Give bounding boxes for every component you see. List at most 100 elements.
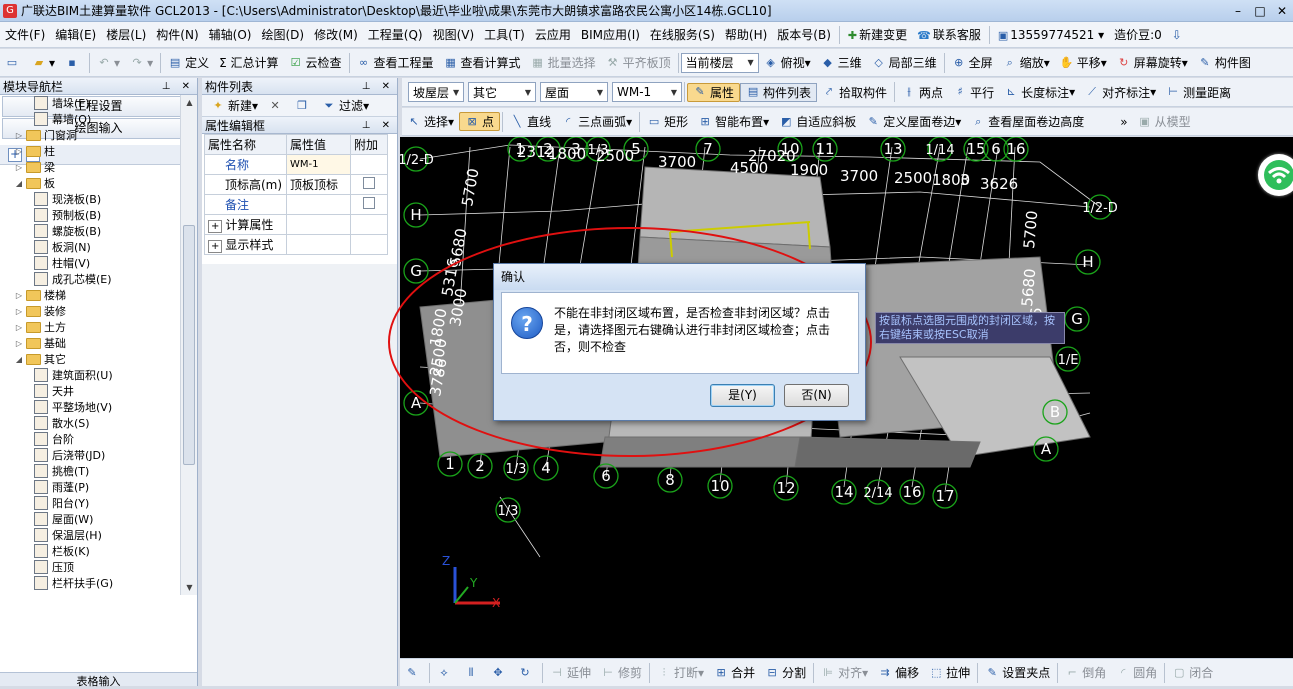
- view-qty-button[interactable]: ∞查看工程量: [352, 54, 439, 71]
- floor-select[interactable]: 坡屋层▼: [408, 82, 464, 102]
- tree-folder[interactable]: ◢板: [0, 175, 180, 191]
- component-list-button[interactable]: ▤构件列表: [740, 83, 817, 102]
- tree-folder[interactable]: ▷梁: [0, 159, 180, 175]
- rotate-tool-button[interactable]: ↻: [513, 666, 540, 680]
- view-roof-edge-button[interactable]: ⌕查看屋面卷边高度: [966, 113, 1089, 130]
- menu-cloud[interactable]: 云应用: [530, 26, 576, 43]
- tree-item[interactable]: 后浇带(JD): [0, 447, 180, 463]
- support-button[interactable]: ☎联系客服: [912, 26, 986, 43]
- tree-item[interactable]: 天井: [0, 383, 180, 399]
- expand-icon[interactable]: +: [208, 220, 222, 233]
- arc-button[interactable]: ◜三点画弧▾: [556, 113, 637, 130]
- zoom-button[interactable]: ⌕缩放▾: [998, 54, 1055, 71]
- parallel-button[interactable]: ♯平行: [948, 84, 999, 101]
- panel-pin-close-icon[interactable]: ⊥ ✕: [362, 120, 394, 131]
- break-button[interactable]: ⫶打断▾: [652, 664, 709, 681]
- prop-value-cell[interactable]: WM-1: [287, 155, 351, 175]
- tree-item[interactable]: 幕墙(Q): [0, 111, 180, 127]
- top-view-button[interactable]: ◈俯视▾: [759, 54, 816, 71]
- local-3d-button[interactable]: ◇局部三维: [867, 54, 942, 71]
- tree-scrollbar[interactable]: ▲ ▼: [180, 95, 197, 595]
- property-group-row[interactable]: +显示样式: [205, 235, 388, 255]
- set-point-button[interactable]: ✎设置夹点: [980, 664, 1055, 681]
- chamfer-button[interactable]: ⌐倒角: [1060, 664, 1111, 681]
- tree-item[interactable]: 栏杆扶手(G): [0, 575, 180, 591]
- point-button[interactable]: ⊠点: [459, 112, 500, 131]
- tree-item[interactable]: 墙垛(E): [0, 95, 180, 111]
- pick-component-button[interactable]: ⤤拾取构件: [817, 84, 892, 101]
- tree-folder[interactable]: ▷装修: [0, 303, 180, 319]
- menu-view[interactable]: 视图(V): [428, 26, 480, 43]
- menu-aux-axis[interactable]: 辅轴(O): [204, 26, 257, 43]
- close-shape-button[interactable]: ▢闭合: [1167, 664, 1218, 681]
- tree-item[interactable]: 雨蓬(P): [0, 479, 180, 495]
- menu-component[interactable]: 构件(N): [151, 26, 203, 43]
- tree-folder[interactable]: ▷土方: [0, 319, 180, 335]
- tree-item[interactable]: 栏板(K): [0, 543, 180, 559]
- menu-tools[interactable]: 工具(T): [479, 26, 530, 43]
- new-component-button[interactable]: ✦新建▾: [206, 97, 263, 114]
- table-input-button[interactable]: 表格输入: [0, 672, 197, 686]
- delete-component-button[interactable]: ✕: [263, 99, 290, 113]
- expand-arrow-icon[interactable]: ▷: [14, 291, 24, 300]
- menu-floor[interactable]: 楼层(L): [101, 26, 151, 43]
- expand-arrow-icon[interactable]: ▷: [14, 307, 24, 316]
- category-select[interactable]: 其它▼: [468, 82, 536, 102]
- open-file-button[interactable]: ▰▾: [27, 56, 60, 70]
- component-select[interactable]: WM-1▼: [612, 82, 682, 102]
- view-formula-button[interactable]: ▦查看计算式: [439, 54, 526, 71]
- menu-quantity[interactable]: 工程量(Q): [363, 26, 428, 43]
- adaptive-slope-button[interactable]: ◩自适应斜板: [774, 113, 861, 130]
- property-row[interactable]: 备注: [205, 195, 388, 215]
- tree-item[interactable]: 建筑面积(U): [0, 367, 180, 383]
- tree-item[interactable]: 成孔芯模(E): [0, 271, 180, 287]
- tree-folder[interactable]: ▷柱: [0, 143, 180, 159]
- new-change-button[interactable]: ✚新建变更: [843, 26, 912, 43]
- tree-folder[interactable]: ◢其它: [0, 351, 180, 367]
- prop-value-cell[interactable]: 顶板顶标: [287, 175, 351, 195]
- sum-calc-button[interactable]: Σ 汇总计算: [214, 54, 283, 71]
- tree-item[interactable]: 屋面(W): [0, 511, 180, 527]
- menu-bim[interactable]: BIM应用(I): [576, 26, 645, 43]
- pan-button[interactable]: ✋平移▾: [1055, 54, 1112, 71]
- no-button[interactable]: 否(N): [784, 384, 849, 407]
- tree-item[interactable]: 板洞(N): [0, 239, 180, 255]
- fillet-button[interactable]: ◜圆角: [1111, 664, 1162, 681]
- menu-help[interactable]: 帮助(H): [720, 26, 772, 43]
- tree-item[interactable]: 阳台(Y): [0, 495, 180, 511]
- save-button[interactable]: ▪: [60, 56, 87, 70]
- tree-item[interactable]: 预制板(B): [0, 207, 180, 223]
- split-button[interactable]: ⊟分割: [760, 664, 811, 681]
- align-dim-button[interactable]: ⟋对齐标注▾: [1080, 84, 1161, 101]
- tree-item[interactable]: 平整场地(V): [0, 399, 180, 415]
- undo-button[interactable]: ↶▾: [92, 56, 125, 70]
- new-file-button[interactable]: ▭: [0, 56, 27, 70]
- floor-scope-combo[interactable]: 当前楼层▼: [681, 53, 759, 73]
- align-button[interactable]: ⊫对齐▾: [816, 664, 873, 681]
- line-button[interactable]: ╲直线: [505, 113, 556, 130]
- property-row[interactable]: 名称 WM-1: [205, 155, 388, 175]
- component-view-button[interactable]: ✎构件图: [1193, 54, 1256, 71]
- property-row[interactable]: 顶标高(m) 顶板顶标: [205, 175, 388, 195]
- copy-tool-button[interactable]: ⟡: [432, 666, 459, 680]
- fullscreen-button[interactable]: ⊕全屏: [947, 54, 998, 71]
- from-model-button[interactable]: ▣从模型: [1133, 113, 1196, 130]
- menu-modify[interactable]: 修改(M): [309, 26, 363, 43]
- scroll-down-icon[interactable]: ▼: [181, 580, 198, 595]
- measure-dist-button[interactable]: ⊢测量距离: [1161, 84, 1236, 101]
- copy-component-button[interactable]: ❐: [290, 99, 317, 113]
- wifi-icon[interactable]: [1258, 154, 1293, 196]
- cloud-check-button[interactable]: ☑云检查: [284, 54, 347, 71]
- pin-icon[interactable]: ⇩: [1167, 28, 1187, 42]
- tree-folder[interactable]: ▷门窗洞: [0, 127, 180, 143]
- move-tool-button[interactable]: ✥: [486, 666, 513, 680]
- prop-value-cell[interactable]: [287, 195, 351, 215]
- rotate-button[interactable]: ↻屏幕旋转▾: [1112, 54, 1193, 71]
- collapse-arrow-icon[interactable]: ◢: [14, 179, 24, 188]
- user-account-button[interactable]: ▣13559774521 ▾: [993, 28, 1109, 42]
- tree-item[interactable]: 螺旋板(B): [0, 223, 180, 239]
- tree-item[interactable]: 台阶: [0, 431, 180, 447]
- merge-button[interactable]: ⊞合并: [709, 664, 760, 681]
- expand-icon[interactable]: +: [208, 240, 222, 253]
- menu-file[interactable]: 文件(F): [0, 26, 50, 43]
